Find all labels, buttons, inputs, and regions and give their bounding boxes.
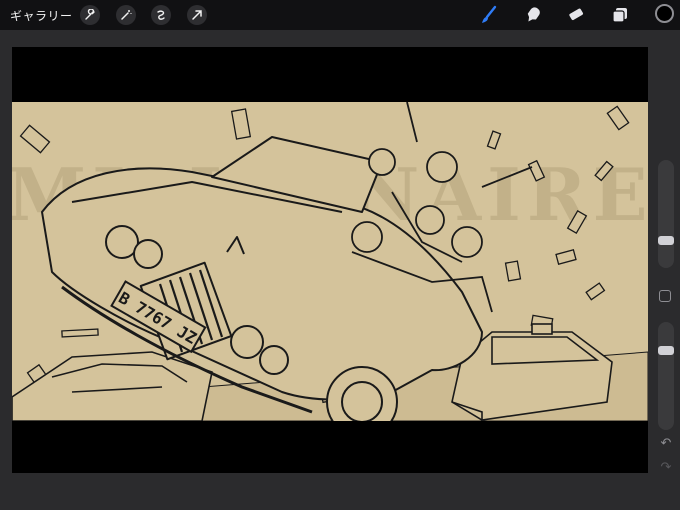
wrench-icon[interactable] [80, 5, 100, 25]
brush-size-thumb[interactable] [658, 236, 674, 245]
magic-wand-icon[interactable] [116, 5, 136, 25]
right-sidebar: ↶ ↷ [655, 160, 677, 480]
brush-icon[interactable] [479, 5, 499, 25]
selection-icon[interactable] [151, 5, 171, 25]
canvas[interactable]: MILLIONAIRE [12, 47, 648, 473]
opacity-slider[interactable] [658, 322, 674, 430]
modify-button[interactable] [659, 290, 671, 302]
smudge-icon[interactable] [523, 5, 543, 25]
transform-icon[interactable] [187, 5, 207, 25]
color-swatch[interactable] [655, 4, 674, 23]
top-toolbar: ギャラリー [0, 0, 680, 30]
redo-icon[interactable]: ↷ [658, 460, 674, 476]
artwork[interactable]: MILLIONAIRE [12, 102, 648, 421]
brush-size-slider[interactable] [658, 160, 674, 268]
opacity-thumb[interactable] [658, 346, 674, 355]
gallery-button[interactable]: ギャラリー [10, 7, 73, 24]
eraser-icon[interactable] [566, 5, 586, 25]
layers-icon[interactable] [610, 5, 630, 25]
undo-icon[interactable]: ↶ [658, 436, 674, 452]
